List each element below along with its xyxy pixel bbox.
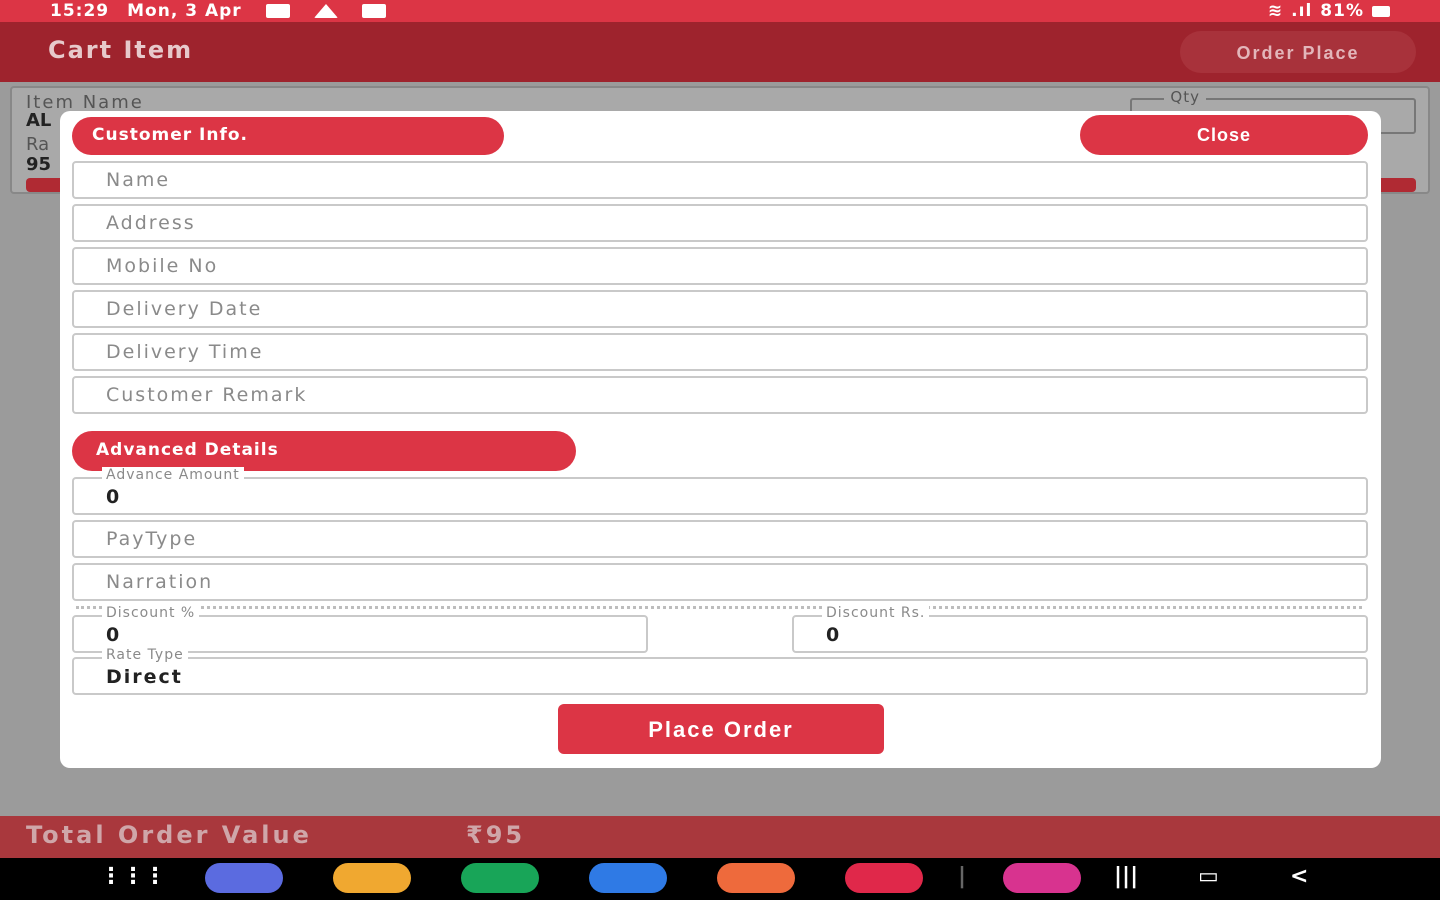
phone-icon[interactable] xyxy=(461,863,539,893)
battery-percent: 81% xyxy=(1320,1,1364,21)
advance-amount-label: Advance Amount xyxy=(102,467,244,483)
pay-type-field[interactable]: PayType xyxy=(72,520,1368,558)
customer-info-header: Customer Info. xyxy=(72,117,504,155)
battery-icon xyxy=(1372,5,1390,17)
mobile-field[interactable]: Mobile No xyxy=(72,247,1368,285)
discount-rs-label: Discount Rs. xyxy=(822,605,930,621)
wifi-icon: ≋ xyxy=(1267,1,1284,21)
samsung-internet-icon[interactable] xyxy=(205,863,283,893)
discount-percent-value: 0 xyxy=(106,624,122,646)
customer-remark-field[interactable]: Customer Remark xyxy=(72,376,1368,414)
name-field[interactable]: Name xyxy=(72,161,1368,199)
order-place-button[interactable]: Order Place xyxy=(1180,31,1416,73)
status-bar: 15:29 Mon, 3 Apr ≋ .ıl 81% xyxy=(0,0,1440,22)
apps-grid-icon[interactable]: ⋮⋮⋮ xyxy=(100,864,166,889)
recent-apps-icon[interactable]: ||| xyxy=(1114,864,1138,889)
youtube-icon[interactable] xyxy=(845,863,923,893)
discount-rs-value: 0 xyxy=(826,624,842,646)
signal-icon: .ıl xyxy=(1291,1,1313,21)
home-icon[interactable]: ▭ xyxy=(1198,864,1219,889)
rate-type-field[interactable]: Rate Type Direct xyxy=(72,647,1368,695)
back-icon[interactable]: < xyxy=(1290,864,1308,889)
advance-amount-value: 0 xyxy=(106,486,122,508)
total-order-bar: Total Order Value ₹95 xyxy=(0,816,1440,858)
warning-notification-icon xyxy=(313,4,338,18)
messages-icon[interactable] xyxy=(589,863,667,893)
total-order-label: Total Order Value xyxy=(26,821,312,849)
page-title: Cart Item xyxy=(48,36,194,64)
app-bar: Cart Item Order Place xyxy=(0,22,1440,82)
my-files-icon[interactable] xyxy=(333,863,411,893)
status-bar-right: ≋ .ıl 81% xyxy=(1268,0,1390,22)
divider xyxy=(76,606,1362,609)
item-name-value: AL xyxy=(26,110,52,131)
narration-field[interactable]: Narration xyxy=(72,563,1368,601)
gallery-notification-icon xyxy=(265,4,290,18)
bixby-icon[interactable] xyxy=(1003,863,1081,893)
status-date: Mon, 3 Apr xyxy=(127,1,242,21)
item-action-button[interactable] xyxy=(1376,178,1416,192)
advance-amount-field[interactable]: Advance Amount 0 xyxy=(72,467,1368,515)
qty-label: Qty xyxy=(1164,88,1206,106)
delivery-time-field[interactable]: Delivery Time xyxy=(72,333,1368,371)
contacts-icon[interactable] xyxy=(717,863,795,893)
status-time: 15:29 xyxy=(50,1,110,21)
rate-type-label: Rate Type xyxy=(102,647,188,663)
delivery-date-field[interactable]: Delivery Date xyxy=(72,290,1368,328)
mail-notification-icon xyxy=(361,4,386,18)
rate-value: 95 xyxy=(26,154,52,175)
taskbar-divider: | xyxy=(958,864,967,889)
close-button[interactable]: Close xyxy=(1080,115,1368,155)
address-field[interactable]: Address xyxy=(72,204,1368,242)
total-order-value: ₹95 xyxy=(466,821,526,849)
place-order-button[interactable]: Place Order xyxy=(558,704,884,754)
rate-label: Ra xyxy=(26,134,50,155)
system-nav-bar: ⋮⋮⋮ | ||| ▭ < xyxy=(0,858,1440,900)
status-bar-left: 15:29 Mon, 3 Apr xyxy=(50,0,386,22)
discount-percent-label: Discount % xyxy=(102,605,200,621)
advanced-details-header: Advanced Details xyxy=(72,431,576,471)
discount-rs-field[interactable]: Discount Rs. 0 xyxy=(792,605,1368,653)
rate-type-value: Direct xyxy=(106,666,183,688)
customer-info-dialog: Customer Info. Close Name Address Mobile… xyxy=(60,111,1381,768)
